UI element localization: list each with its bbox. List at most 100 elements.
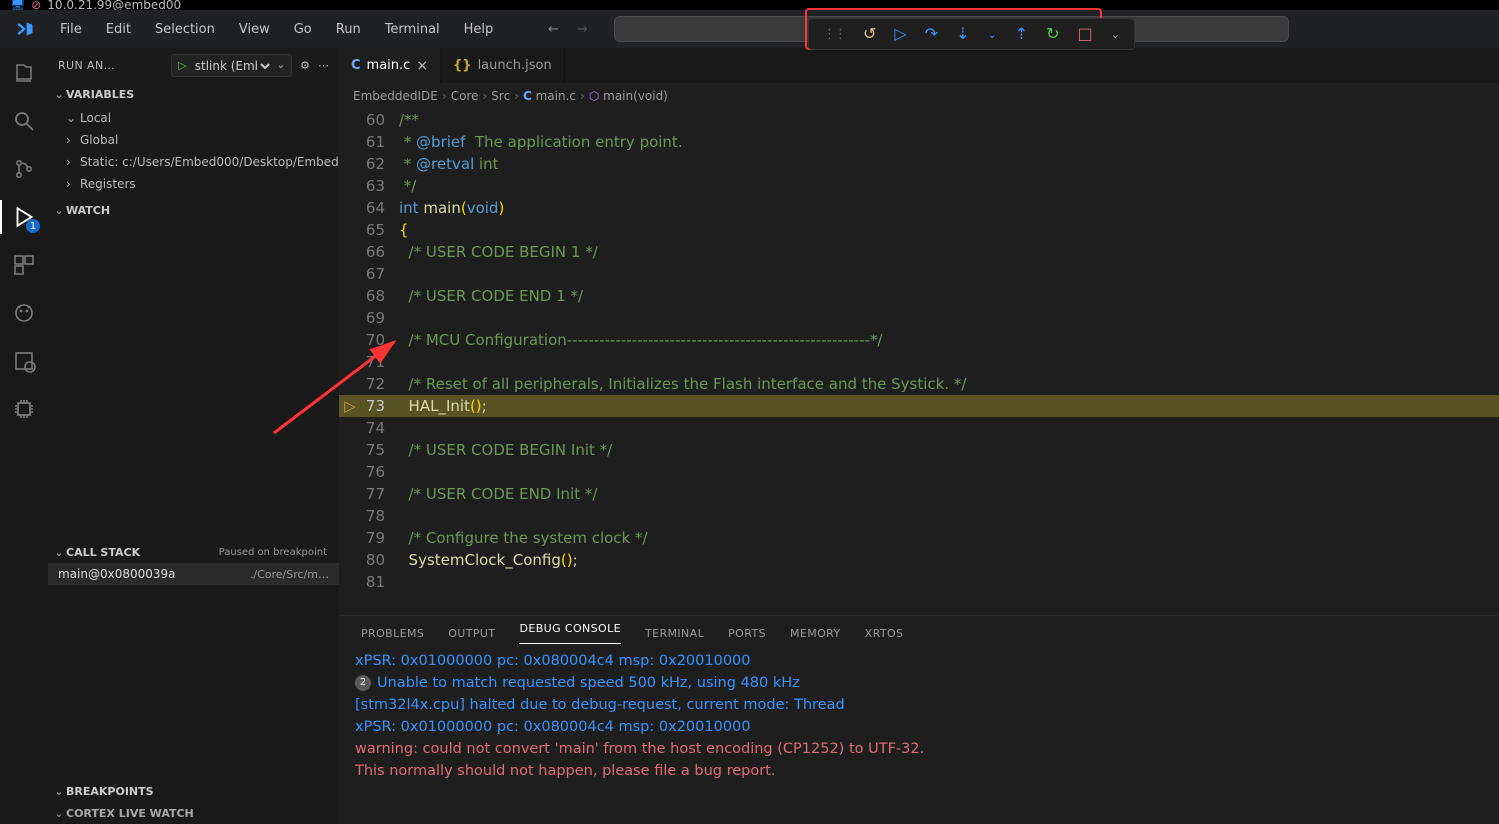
menu-run[interactable]: Run <box>326 16 371 43</box>
watch-body <box>48 221 339 541</box>
start-debug-icon[interactable]: ▷ <box>178 59 186 72</box>
menu-edit[interactable]: Edit <box>96 16 141 43</box>
panel-tab[interactable]: PORTS <box>728 627 766 640</box>
section-breakpoints[interactable]: ⌄BREAKPOINTS <box>48 780 339 802</box>
callstack-frame[interactable]: main@0x0800039a./Core/Src/m… <box>48 563 339 585</box>
code-line[interactable]: 70 /* MCU Configuration-----------------… <box>339 329 1499 351</box>
cmake-icon[interactable] <box>11 348 37 374</box>
search-icon[interactable] <box>11 108 37 134</box>
console-line: warning: could not convert 'main' from t… <box>355 738 1483 760</box>
extensions-icon[interactable] <box>11 252 37 278</box>
section-callstack[interactable]: ⌄CALL STACK Paused on breakpoint <box>48 541 339 563</box>
breadcrumb-segment[interactable]: ⬡ main(void) <box>589 89 668 103</box>
editor-tab[interactable]: Cmain.c× <box>339 48 441 83</box>
bottom-panel: PROBLEMS OUTPUT DEBUG CONSOLE TERMINAL PORTS… <box>339 615 1499 824</box>
panel-tab[interactable]: PROBLEMS <box>361 627 424 640</box>
panel-tabs: PROBLEMS OUTPUT DEBUG CONSOLE TERMINAL PORTS… <box>339 616 1499 650</box>
code-line[interactable]: 60/** <box>339 109 1499 131</box>
debug-badge: 1 <box>26 219 40 233</box>
step-over-icon[interactable]: ↷ <box>925 26 938 42</box>
more-actions-icon[interactable]: ⋯ <box>318 59 329 72</box>
code-line[interactable]: 71 <box>339 351 1499 373</box>
step-into-dropdown-icon[interactable]: ⌄ <box>988 29 997 40</box>
debug-console[interactable]: xPSR: 0x01000000 pc: 0x080004c4 msp: 0x2… <box>339 650 1499 824</box>
activity-bar: 1 <box>0 48 48 824</box>
step-out-icon[interactable]: ⇡ <box>1015 26 1028 42</box>
breadcrumb-segment[interactable]: Core <box>451 89 479 103</box>
explorer-icon[interactable] <box>11 60 37 86</box>
code-line[interactable]: 80 SystemClock_Config(); <box>339 549 1499 571</box>
code-line[interactable]: 72 /* Reset of all peripherals, Initiali… <box>339 373 1499 395</box>
menu-terminal[interactable]: Terminal <box>375 16 450 43</box>
debug-toolbar-more-icon[interactable]: ⌄ <box>1111 29 1120 40</box>
nav-arrows: ← → <box>548 22 588 37</box>
code-line[interactable]: 77 /* USER CODE END Init */ <box>339 483 1499 505</box>
source-control-icon[interactable] <box>11 156 37 182</box>
continue-icon[interactable]: ▷ <box>894 26 906 42</box>
editor-area: Cmain.c×{}launch.json EmbeddedIDE›Core›S… <box>339 48 1499 824</box>
code-line[interactable]: ▷73 HAL_Init(); <box>339 395 1499 417</box>
code-line[interactable]: 61 * @brief The application entry point. <box>339 131 1499 153</box>
editor-tab[interactable]: {}launch.json <box>441 48 565 83</box>
console-line: xPSR: 0x01000000 pc: 0x080004c4 msp: 0x2… <box>355 650 1483 672</box>
remote-connection-bar: 🖥 ⊘ 10.0.21.99@embed00 <box>0 0 1499 10</box>
code-line[interactable]: 74 <box>339 417 1499 439</box>
step-into-icon[interactable]: ⇣ <box>956 26 969 42</box>
menu-view[interactable]: View <box>229 16 280 43</box>
code-line[interactable]: 75 /* USER CODE BEGIN Init */ <box>339 439 1499 461</box>
code-line[interactable]: 64int main(void) <box>339 197 1499 219</box>
nav-back-icon[interactable]: ← <box>548 22 559 37</box>
menu-help[interactable]: Help <box>454 16 504 43</box>
sidebar-title: RUN AN… <box>58 59 163 72</box>
panel-tab[interactable]: DEBUG CONSOLE <box>519 622 621 644</box>
code-line[interactable]: 66 /* USER CODE BEGIN 1 */ <box>339 241 1499 263</box>
sidebar-header: RUN AN… ▷ stlink (Emb ⌄ ⚙ ⋯ <box>48 48 339 83</box>
breadcrumb-segment[interactable]: EmbeddedIDE <box>353 89 438 103</box>
close-tab-icon[interactable]: × <box>416 58 428 74</box>
code-line[interactable]: 62 * @retval int <box>339 153 1499 175</box>
code-line[interactable]: 68 /* USER CODE END 1 */ <box>339 285 1499 307</box>
section-variables[interactable]: ⌄VARIABLES <box>48 83 339 105</box>
breadcrumb-segment[interactable]: C main.c <box>523 89 576 103</box>
code-line[interactable]: 76 <box>339 461 1499 483</box>
variables-scope[interactable]: Static: c:/Users/Embed000/Desktop/Embed <box>48 151 339 173</box>
section-watch[interactable]: ⌄WATCH <box>48 199 339 221</box>
gear-icon[interactable]: ⚙ <box>300 59 310 72</box>
restart-icon[interactable]: ↻ <box>1046 26 1059 42</box>
debug-toolbar[interactable]: ⋮⋮ ↺ ▷ ↷ ⇣ ⌄ ⇡ ↻ □ ⌄ <box>808 18 1135 50</box>
section-cortex-live-watch[interactable]: ⌄CORTEX LIVE WATCH <box>48 802 339 824</box>
console-line: [stm32l4x.cpu] halted due to debug-reque… <box>355 694 1483 716</box>
breadcrumb-segment[interactable]: Src <box>491 89 510 103</box>
code-line[interactable]: 79 /* Configure the system clock */ <box>339 527 1499 549</box>
code-line[interactable]: 81 <box>339 571 1499 593</box>
code-line[interactable]: 65{ <box>339 219 1499 241</box>
code-line[interactable]: 78 <box>339 505 1499 527</box>
drag-handle-icon[interactable]: ⋮⋮ <box>823 27 845 42</box>
panel-tab[interactable]: MEMORY <box>790 627 841 640</box>
launch-config-selector[interactable]: ▷ stlink (Emb ⌄ <box>171 54 292 77</box>
menu-file[interactable]: File <box>50 16 92 43</box>
code-line[interactable]: 67 <box>339 263 1499 285</box>
nav-forward-icon[interactable]: → <box>577 22 588 37</box>
code-line[interactable]: 69 <box>339 307 1499 329</box>
variables-scope[interactable]: Registers <box>48 173 339 195</box>
platformio-icon[interactable] <box>11 300 37 326</box>
launch-config-dropdown[interactable]: stlink (Emb <box>191 58 273 74</box>
code-editor[interactable]: 60/**61 * @brief The application entry p… <box>339 109 1499 615</box>
file-type-icon: {} <box>453 58 472 73</box>
menu-selection[interactable]: Selection <box>145 16 225 43</box>
panel-tab[interactable]: XRTOS <box>865 627 904 640</box>
reset-icon[interactable]: ↺ <box>863 26 876 42</box>
variables-scope[interactable]: Local <box>48 107 339 129</box>
run-debug-icon[interactable]: 1 <box>11 204 37 230</box>
file-type-icon: C <box>351 58 361 73</box>
stop-icon[interactable]: □ <box>1078 26 1093 42</box>
code-line[interactable]: 63 */ <box>339 175 1499 197</box>
menu-go[interactable]: Go <box>284 16 322 43</box>
breadcrumb[interactable]: EmbeddedIDE›Core›Src›C main.c›⬡ main(voi… <box>339 83 1499 109</box>
chevron-down-icon[interactable]: ⌄ <box>277 60 285 71</box>
chip-icon[interactable] <box>11 396 37 422</box>
panel-tab[interactable]: OUTPUT <box>448 627 495 640</box>
variables-scope[interactable]: Global <box>48 129 339 151</box>
panel-tab[interactable]: TERMINAL <box>645 627 704 640</box>
